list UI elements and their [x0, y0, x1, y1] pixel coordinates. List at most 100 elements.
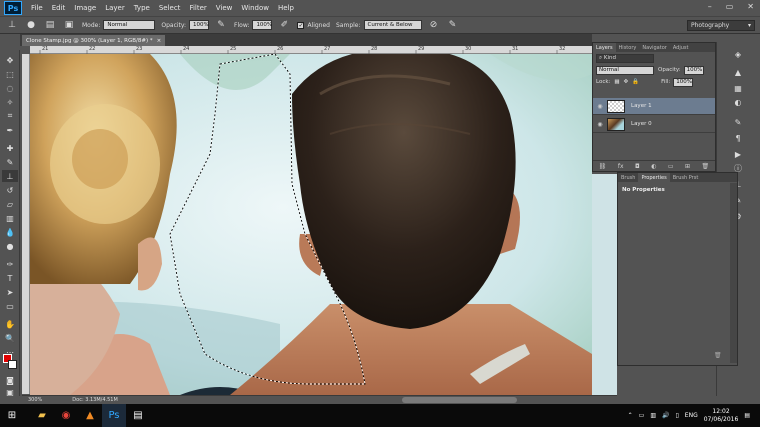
menu-select[interactable]: Select	[159, 4, 181, 12]
airbrush-icon[interactable]: ✐	[277, 19, 291, 31]
tab-navigator[interactable]: Navigator	[639, 43, 669, 52]
workspace-select[interactable]: Photography ▾	[687, 20, 755, 31]
quick-mask-icon[interactable]: ◙	[2, 374, 18, 386]
brush-dock-icon[interactable]: ✎	[727, 116, 749, 128]
chrome-icon[interactable]: ◉	[54, 404, 78, 427]
tab-adjustments[interactable]: Adjust	[670, 43, 692, 52]
layer-opacity-field[interactable]: 100%	[683, 65, 704, 75]
move-tool-icon[interactable]: ✥	[2, 54, 18, 66]
minimize-button[interactable]: –	[708, 2, 712, 11]
close-tab-icon[interactable]: ×	[157, 38, 162, 44]
clone-stamp-tool-icon[interactable]: ⊥	[5, 19, 19, 31]
background-color-swatch[interactable]	[8, 360, 17, 369]
layer-row[interactable]: ◉ Layer 0	[593, 116, 715, 133]
link-layers-icon[interactable]: ⛓	[599, 163, 607, 170]
lock-pixels-icon[interactable]: ▦	[614, 79, 619, 85]
clone-stamp-tool-icon[interactable]: ⊥	[2, 170, 18, 182]
menu-image[interactable]: Image	[74, 4, 96, 12]
crop-tool-icon[interactable]: ⌗	[2, 110, 18, 122]
menu-window[interactable]: Window	[241, 4, 269, 12]
marquee-tool-icon[interactable]: ⬚	[2, 68, 18, 80]
menu-edit[interactable]: Edit	[52, 4, 66, 12]
paragraph-dock-icon[interactable]: ¶	[727, 132, 749, 144]
language-indicator[interactable]: ENG	[685, 412, 698, 419]
visibility-eye-icon[interactable]: ◉	[593, 121, 607, 128]
menu-help[interactable]: Help	[278, 4, 294, 12]
document-app-icon[interactable]: ▤	[126, 404, 150, 427]
add-mask-icon[interactable]: ◘	[635, 163, 640, 170]
network-icon[interactable]: ▥	[650, 412, 656, 419]
swatches-dock-icon[interactable]: ▦	[727, 82, 749, 94]
new-group-icon[interactable]: ▭	[668, 163, 674, 170]
zoom-level[interactable]: 300%	[28, 397, 42, 403]
lock-position-icon[interactable]: ✥	[624, 79, 629, 85]
close-button[interactable]: ✕	[747, 2, 754, 11]
layer-style-icon[interactable]: fx	[618, 163, 624, 170]
screen-mode-icon[interactable]: ▣	[2, 386, 18, 398]
pressure-opacity-icon[interactable]: ✎	[214, 19, 228, 31]
adjustment-layer-icon[interactable]: ◐	[651, 163, 656, 170]
layer-kind-filter[interactable]: ⌕ Kind	[596, 53, 654, 63]
action-center-icon[interactable]: ▤	[744, 412, 750, 419]
healing-brush-tool-icon[interactable]: ✚	[2, 142, 18, 154]
brush-tool-icon[interactable]: ✎	[2, 156, 18, 168]
trash-icon[interactable]: 🗑	[714, 352, 722, 359]
properties-scrollbar[interactable]	[730, 183, 737, 363]
pressure-size-icon[interactable]: ✎	[446, 19, 460, 31]
volume-icon[interactable]: 🔊	[662, 412, 669, 419]
zoom-tool-icon[interactable]: 🔍	[2, 332, 18, 344]
aligned-checkbox[interactable]: ✓	[297, 21, 305, 29]
blend-mode-select[interactable]: Normal	[596, 65, 654, 75]
windows-start-icon[interactable]: ⊞	[0, 404, 24, 427]
quick-select-tool-icon[interactable]: ✧	[2, 96, 18, 108]
hand-tool-icon[interactable]: ✋	[2, 318, 18, 330]
photoshop-taskbar-icon[interactable]: Ps	[102, 404, 126, 427]
battery-icon[interactable]: ▯	[675, 412, 678, 419]
layer-row-selected[interactable]: ◉ Layer 1	[593, 98, 715, 115]
pen-tool-icon[interactable]: ✑	[2, 258, 18, 270]
menu-layer[interactable]: Layer	[105, 4, 125, 12]
tab-layers[interactable]: Layers	[593, 43, 616, 52]
blur-tool-icon[interactable]: 💧	[2, 226, 18, 238]
lasso-tool-icon[interactable]: ◌	[2, 82, 18, 94]
delete-layer-icon[interactable]: 🗑	[702, 163, 710, 170]
file-explorer-icon[interactable]: ▰	[30, 404, 54, 427]
document-tab[interactable]: Clone Stamp.jpg @ 300% (Layer 1, RGB/8#)…	[22, 35, 166, 46]
document-canvas[interactable]	[30, 54, 592, 395]
rectangle-tool-icon[interactable]: ▭	[2, 300, 18, 312]
tab-properties[interactable]: Properties	[638, 173, 670, 182]
menu-type[interactable]: Type	[134, 4, 150, 12]
clock[interactable]: 12:02 07/06/2016	[704, 408, 739, 424]
vlc-icon[interactable]: ▲	[78, 404, 102, 427]
gradient-tool-icon[interactable]: ▥	[2, 212, 18, 224]
color-dock-icon[interactable]: ◐	[727, 96, 749, 108]
lock-all-icon[interactable]: 🔒	[632, 79, 639, 85]
menu-view[interactable]: View	[216, 4, 233, 12]
tab-brush[interactable]: Brush	[618, 173, 638, 182]
brush-panel-icon[interactable]: ▤	[43, 19, 57, 31]
chat-icon[interactable]: ▭	[639, 412, 645, 419]
clone-source-panel-icon[interactable]: ▣	[62, 19, 76, 31]
ignore-adjustment-icon[interactable]: ⊘	[427, 19, 441, 31]
horizontal-scrollbar[interactable]	[402, 397, 517, 403]
menu-file[interactable]: File	[31, 4, 43, 12]
layers-dock-icon[interactable]: ◈	[727, 48, 749, 60]
brush-preset-icon[interactable]: ●	[24, 19, 38, 31]
tab-brush-presets[interactable]: Brush Prst	[670, 173, 702, 182]
notification-chevron-icon[interactable]: ⌃	[628, 412, 633, 419]
history-brush-tool-icon[interactable]: ↺	[2, 184, 18, 196]
mode-select[interactable]: Normal	[103, 20, 156, 30]
eyedropper-tool-icon[interactable]: ✒	[2, 124, 18, 136]
tab-history[interactable]: History	[616, 43, 640, 52]
opacity-field[interactable]: 100%	[189, 20, 210, 30]
actions-dock-icon[interactable]: ▶	[727, 148, 749, 160]
visibility-eye-icon[interactable]: ◉	[593, 103, 607, 110]
flow-field[interactable]: 100%	[252, 20, 273, 30]
type-tool-icon[interactable]: T	[2, 272, 18, 284]
maximize-button[interactable]: ▭	[726, 2, 734, 11]
path-select-tool-icon[interactable]: ➤	[2, 286, 18, 298]
eraser-tool-icon[interactable]: ▱	[2, 198, 18, 210]
levels-dock-icon[interactable]: ▲	[727, 66, 749, 78]
new-layer-icon[interactable]: ⊞	[685, 163, 690, 170]
sample-select[interactable]: Current & Below	[363, 20, 422, 30]
